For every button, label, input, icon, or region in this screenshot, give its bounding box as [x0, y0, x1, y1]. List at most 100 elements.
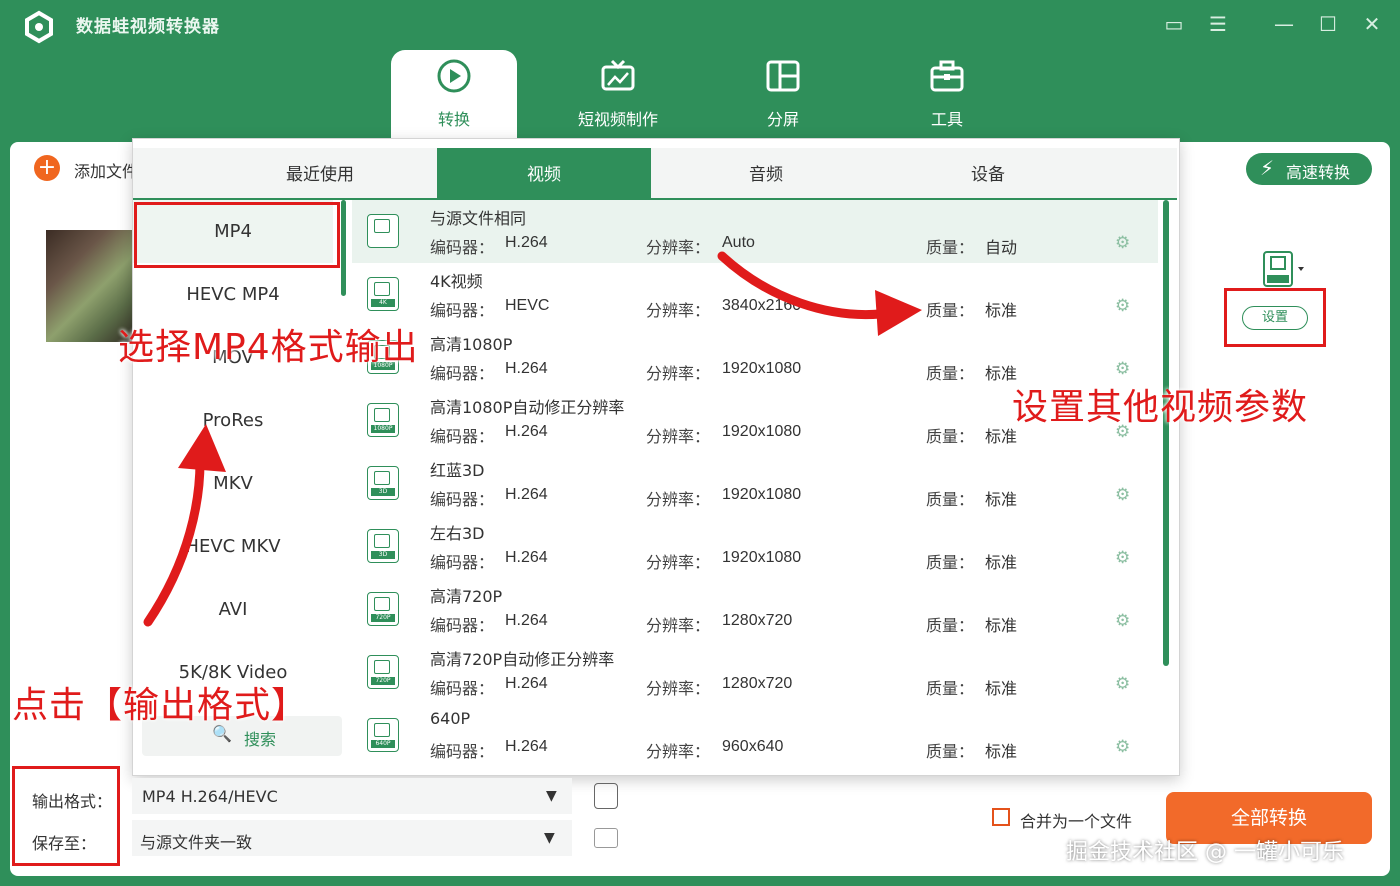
app-logo-icon [22, 10, 56, 44]
codec-label: 编码器： [430, 616, 495, 635]
output-format-icon[interactable] [1262, 250, 1304, 288]
feedback-icon[interactable]: ▭ [1160, 12, 1188, 36]
speed-label: 高速转换 [1286, 163, 1351, 182]
format-item-prores[interactable]: ProRes [133, 389, 333, 452]
lightning-icon: ⚡ [1260, 156, 1275, 180]
gear-icon[interactable]: ⚙ [1115, 296, 1130, 316]
video-preset-icon: 4K [367, 277, 399, 311]
watermark: 掘金技术社区 @ 一罐小可乐 [1066, 840, 1344, 865]
tab-device[interactable]: 设备 [881, 148, 1095, 198]
codec-label: 编码器： [430, 679, 495, 698]
quality-value: 自动 [985, 240, 1018, 257]
resolution-value: 1280x720 [722, 675, 793, 692]
tab-label: 转换 [437, 110, 470, 129]
quality-value: 标准 [985, 744, 1018, 761]
preset-row[interactable]: 4K 4K视频 编码器： HEVC 分辨率： 3840x2160 质量： 标准 ⚙ [352, 263, 1158, 326]
quality-label: 质量： [926, 742, 975, 761]
preset-row[interactable]: 720P 高清720P 编码器： H.264 分辨率： 1280x720 质量： 标准 ⚙ [352, 578, 1158, 641]
video-preset-icon: 720P [367, 655, 399, 689]
preset-name: 左右3D [430, 524, 485, 543]
settings-button[interactable]: 设置 [1242, 306, 1308, 330]
codec-value: H.264 [505, 675, 548, 692]
annotation-set-params: 设置其他视频参数 [1012, 387, 1309, 428]
codec-value: H.264 [505, 423, 548, 440]
preset-tag: 720P [371, 677, 395, 685]
search-label: 搜索 [244, 730, 277, 749]
gear-icon[interactable]: ⚙ [1115, 233, 1130, 253]
quality-label: 质量： [926, 301, 975, 320]
quality-label: 质量： [926, 616, 975, 635]
video-preset-icon: 3D [367, 529, 399, 563]
resolution-label: 分辨率： [646, 364, 711, 383]
gear-icon[interactable]: ⚙ [1115, 548, 1130, 568]
tab-short-video[interactable]: 短视频制作 [555, 50, 681, 136]
quality-value: 标准 [985, 618, 1018, 635]
quality-value: 标准 [985, 492, 1018, 509]
split-screen-icon [766, 60, 800, 92]
preset-list-scrollbar[interactable] [1163, 200, 1169, 666]
gear-icon[interactable]: ⚙ [1115, 674, 1130, 694]
preset-row[interactable]: 720P 高清720P自动修正分辨率 编码器： H.264 分辨率： 1280x720 质量… [352, 641, 1158, 704]
quality-label: 质量： [926, 238, 975, 257]
preset-name: 与源文件相同 [430, 209, 527, 228]
tab-label: 短视频制作 [577, 110, 658, 129]
format-list-scrollbar[interactable] [341, 200, 346, 296]
preset-tag: 720P [371, 614, 395, 622]
preset-name: 高清720P自动修正分辨率 [430, 650, 615, 669]
app-title: 数据蛙视频转换器 [76, 17, 220, 37]
tab-recent[interactable]: 最近使用 [213, 148, 427, 198]
gear-icon[interactable]: ⚙ [1115, 611, 1130, 631]
menu-icon[interactable]: ☰ [1204, 12, 1232, 36]
video-preset-icon: 1080P [367, 403, 399, 437]
tab-convert[interactable]: 转换 [391, 50, 517, 142]
add-file-label: 添加文件 [74, 162, 139, 181]
close-icon[interactable]: ✕ [1358, 12, 1386, 36]
preset-name: 高清720P [430, 587, 503, 606]
save-to-select[interactable]: 与源文件夹一致 ▼ [132, 820, 572, 856]
merge-checkbox[interactable] [992, 808, 1010, 826]
resolution-value: 3840x2160 [722, 297, 802, 314]
tab-tools[interactable]: 工具 [884, 50, 1010, 136]
resolution-value: Auto [722, 234, 755, 251]
codec-label: 编码器： [430, 364, 495, 383]
high-speed-convert-button[interactable]: ⚡ 高速转换 [1246, 153, 1372, 185]
resolution-value: 960x640 [722, 738, 784, 755]
format-item-avi[interactable]: AVI [133, 578, 333, 641]
preset-row[interactable]: 640P 640P 编码器： H.264 分辨率： 960x640 质量： 标准 ⚙ [352, 704, 1158, 767]
video-preset-icon: 3D [367, 466, 399, 500]
gear-icon[interactable]: ⚙ [1115, 485, 1130, 505]
codec-value: H.264 [505, 738, 548, 755]
format-item-hevc-mp4[interactable]: HEVC MP4 [133, 263, 333, 326]
quality-value: 标准 [985, 681, 1018, 698]
resolution-value: 1920x1080 [722, 360, 802, 377]
tab-audio[interactable]: 音频 [659, 148, 873, 198]
preset-name: 高清1080P自动修正分辨率 [430, 398, 625, 417]
preset-row[interactable]: 3D 红蓝3D 编码器： H.264 分辨率： 1920x1080 质量： 标准 ⚙ [352, 452, 1158, 515]
folder-icon[interactable] [594, 828, 618, 848]
preset-row[interactable]: 3D 左右3D 编码器： H.264 分辨率： 1920x1080 质量： 标准 ⚙ [352, 515, 1158, 578]
quality-label: 质量： [926, 427, 975, 446]
tab-video[interactable]: 视频 [437, 148, 651, 198]
format-item-hevc-mkv[interactable]: HEVC MKV [133, 515, 333, 578]
tv-icon [601, 59, 635, 91]
gear-icon[interactable]: ⚙ [1115, 737, 1130, 757]
codec-label: 编码器： [430, 490, 495, 509]
tab-label: 工具 [930, 110, 963, 129]
video-preset-icon [367, 214, 399, 248]
format-item-mkv[interactable]: MKV [133, 452, 333, 515]
codec-value: H.264 [505, 360, 548, 377]
preset-tag: 4K [371, 299, 395, 307]
chevron-down-icon: ▼ [546, 788, 557, 804]
maximize-icon[interactable]: ☐ [1314, 12, 1342, 36]
gear-icon[interactable]: ⚙ [1115, 359, 1130, 379]
preset-row[interactable]: 与源文件相同 编码器： H.264 分辨率： Auto 质量： 自动 ⚙ [352, 200, 1158, 263]
tab-split-screen[interactable]: 分屏 [720, 50, 846, 136]
resolution-label: 分辨率： [646, 553, 711, 572]
format-settings-icon[interactable] [594, 783, 618, 809]
toolbox-icon [930, 60, 964, 92]
resolution-value: 1280x720 [722, 612, 793, 629]
resolution-value: 1920x1080 [722, 423, 802, 440]
output-format-select[interactable]: MP4 H.264/HEVC ▼ [132, 778, 572, 814]
minimize-icon[interactable]: — [1270, 12, 1298, 36]
resolution-label: 分辨率： [646, 427, 711, 446]
